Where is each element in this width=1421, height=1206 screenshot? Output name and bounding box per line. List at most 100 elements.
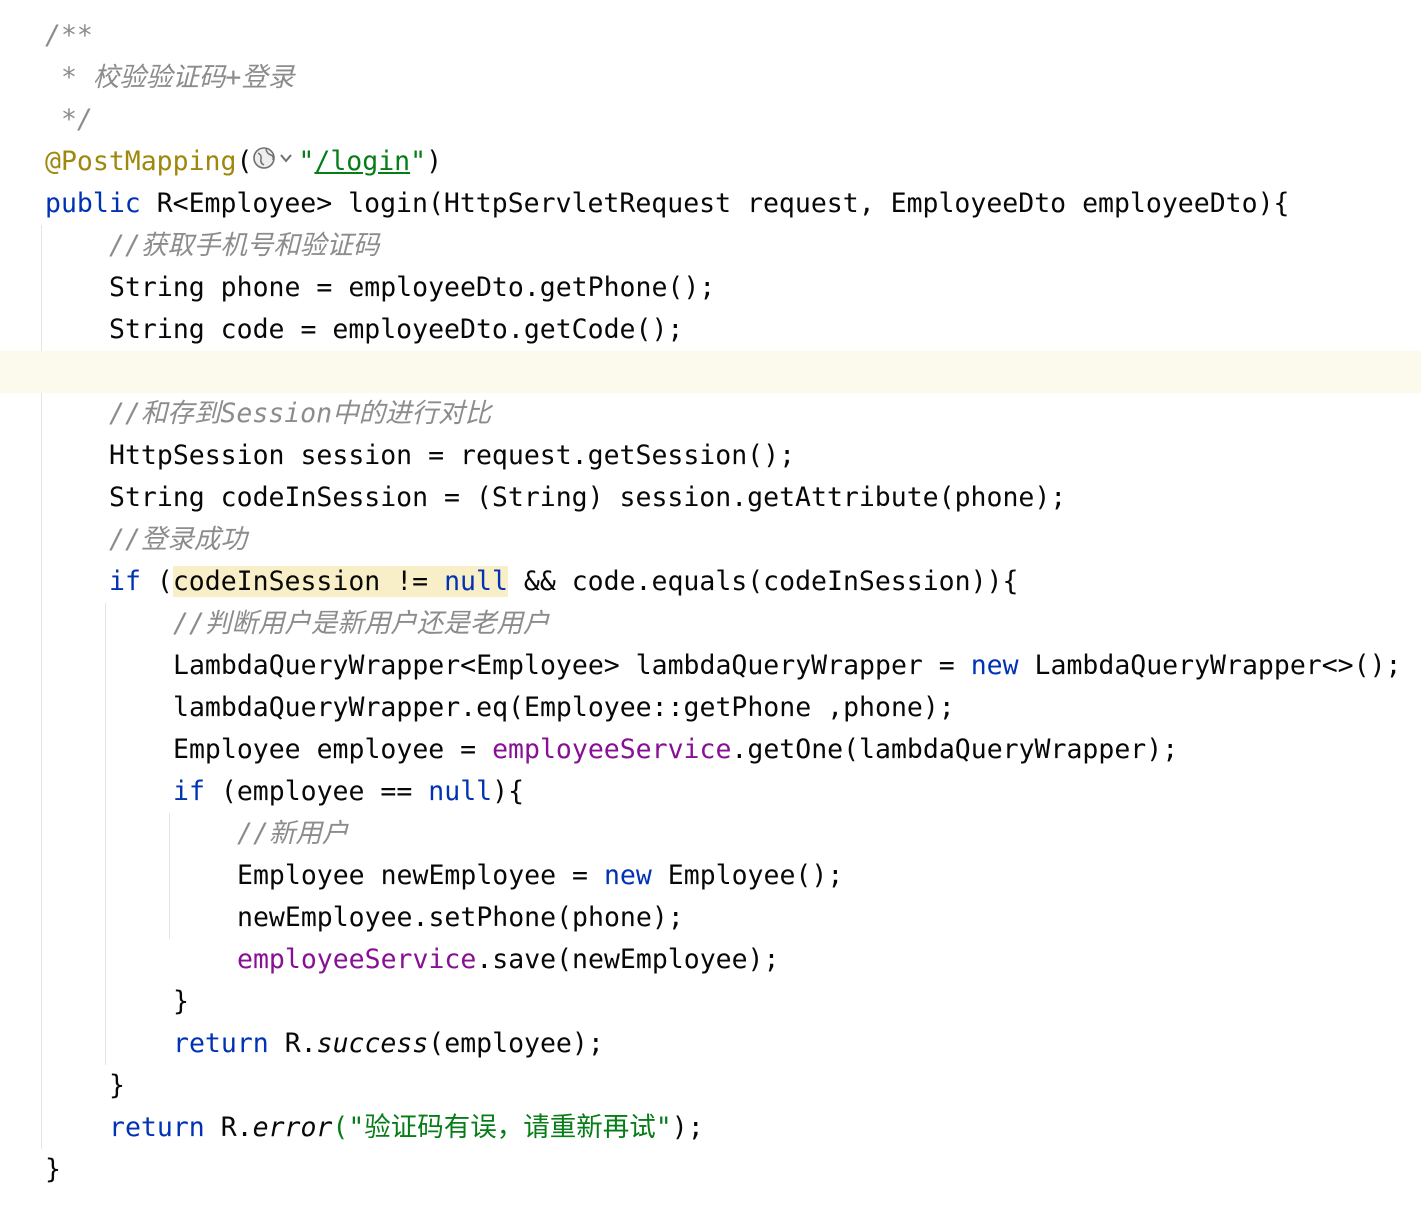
code-line[interactable]: } bbox=[0, 981, 1421, 1023]
code-line-current[interactable] bbox=[0, 351, 1421, 393]
token-keyword: return bbox=[109, 1112, 205, 1143]
token-default: HttpSession session = request.getSession… bbox=[109, 440, 796, 471]
token-string: " bbox=[410, 146, 427, 177]
token-default: Employee(); bbox=[651, 860, 844, 891]
code-line[interactable]: /** bbox=[0, 15, 1421, 57]
token-default: Employee newEmployee = bbox=[237, 860, 604, 891]
code-line-content: employeeService.save(newEmployee); bbox=[237, 939, 779, 981]
code-line[interactable]: } bbox=[0, 1065, 1421, 1107]
code-line[interactable]: lambdaQueryWrapper.eq(Employee::getPhone… bbox=[0, 687, 1421, 729]
token-default: .getOne(lambdaQueryWrapper); bbox=[731, 734, 1179, 765]
token-default: .save(newEmployee); bbox=[476, 944, 780, 975]
token-comment: /** bbox=[45, 20, 93, 51]
token-default: && code.equals(codeInSession)){ bbox=[507, 566, 1019, 597]
code-line[interactable]: if (codeInSession != null && code.equals… bbox=[0, 561, 1421, 603]
code-line-content: } bbox=[109, 1065, 125, 1107]
code-line[interactable]: Employee newEmployee = new Employee(); bbox=[0, 855, 1421, 897]
token-comment: */ bbox=[45, 104, 93, 135]
code-line-content: } bbox=[173, 981, 189, 1023]
code-line[interactable]: */ bbox=[0, 99, 1421, 141]
token-keyword: if bbox=[173, 776, 205, 807]
token-comment: //获取手机号和验证码 bbox=[109, 230, 380, 261]
code-line-content: String codeInSession = (String) session.… bbox=[109, 477, 1066, 519]
token-default: LambdaQueryWrapper<Employee> lambdaQuery… bbox=[173, 650, 971, 681]
code-editor[interactable]: /** * 校验验证码+登录 */@PostMapping("/login") p… bbox=[0, 0, 1421, 1206]
token-keyword: new bbox=[970, 650, 1019, 681]
code-line-content: //获取手机号和验证码 bbox=[109, 225, 379, 267]
token-default: } bbox=[45, 1154, 61, 1185]
token-default: } bbox=[109, 1070, 125, 1101]
code-line[interactable]: public R<Employee> login(HttpServletRequ… bbox=[0, 183, 1421, 225]
token-url: /login bbox=[314, 146, 411, 177]
token-default: ( bbox=[140, 566, 173, 597]
code-line[interactable]: String phone = employeeDto.getPhone(); bbox=[0, 267, 1421, 309]
code-line[interactable]: Employee employee = employeeService.getO… bbox=[0, 729, 1421, 771]
token-default: String phone = employeeDto.getPhone(); bbox=[109, 272, 716, 303]
code-line[interactable]: //和存到Session中的进行对比 bbox=[0, 393, 1421, 435]
code-line[interactable]: //登录成功 bbox=[0, 519, 1421, 561]
code-line[interactable]: } bbox=[0, 1149, 1421, 1191]
code-line-content: Employee newEmployee = new Employee(); bbox=[237, 855, 843, 897]
token-comment: //登录成功 bbox=[109, 524, 247, 555]
code-line-content: */ bbox=[45, 99, 93, 141]
token-field: employeeService bbox=[237, 944, 477, 975]
code-line-content: //判断用户是新用户还是老用户 bbox=[173, 603, 549, 645]
token-default: ){ bbox=[492, 776, 525, 807]
code-line[interactable]: employeeService.save(newEmployee); bbox=[0, 939, 1421, 981]
token-static-call: success bbox=[316, 1028, 429, 1059]
token-method: login bbox=[348, 188, 428, 219]
token-keyword: null bbox=[428, 776, 493, 807]
code-line[interactable]: HttpSession session = request.getSession… bbox=[0, 435, 1421, 477]
code-line-content: return R.success(employee); bbox=[173, 1023, 604, 1065]
token-comment: //判断用户是新用户还是老用户 bbox=[173, 608, 550, 639]
token-highlight: codeInSession != bbox=[172, 566, 445, 597]
code-line[interactable]: String codeInSession = (String) session.… bbox=[0, 477, 1421, 519]
token-keyword: new bbox=[603, 860, 652, 891]
code-line-content: lambdaQueryWrapper.eq(Employee::getPhone… bbox=[173, 687, 955, 729]
code-line[interactable]: if (employee == null){ bbox=[0, 771, 1421, 813]
code-line[interactable]: String code = employeeDto.getCode(); bbox=[0, 309, 1421, 351]
token-default: R. bbox=[268, 1028, 317, 1059]
code-line-content: public R<Employee> login(HttpServletRequ… bbox=[45, 183, 1289, 225]
token-default: ); bbox=[671, 1112, 704, 1143]
code-line[interactable]: @PostMapping("/login") bbox=[0, 141, 1421, 183]
code-line[interactable]: //判断用户是新用户还是老用户 bbox=[0, 603, 1421, 645]
code-line-content: String phone = employeeDto.getPhone(); bbox=[109, 267, 715, 309]
code-line-content: //新用户 bbox=[237, 813, 348, 855]
token-default: R<Employee> bbox=[140, 188, 349, 219]
code-line-content: //和存到Session中的进行对比 bbox=[109, 393, 491, 435]
code-line-content: if (employee == null){ bbox=[173, 771, 524, 813]
token-static-call: error bbox=[252, 1112, 333, 1143]
token-default: lambdaQueryWrapper.eq(Employee::getPhone… bbox=[173, 692, 955, 723]
code-line-content: @PostMapping("/login") bbox=[45, 141, 442, 184]
token-highlight-kw: null bbox=[444, 566, 508, 597]
token-default: newEmployee.setPhone(phone); bbox=[237, 902, 684, 933]
code-line[interactable]: newEmployee.setPhone(phone); bbox=[0, 897, 1421, 939]
code-line[interactable]: return R.success(employee); bbox=[0, 1023, 1421, 1065]
token-default: ) bbox=[426, 146, 443, 177]
token-annotation: @PostMapping bbox=[45, 146, 237, 177]
token-default: LambdaQueryWrapper<>(); bbox=[1018, 650, 1402, 681]
token-comment: * 校验验证码+登录 bbox=[45, 62, 295, 93]
token-keyword: if bbox=[109, 566, 141, 597]
code-line-content: String code = employeeDto.getCode(); bbox=[109, 309, 683, 351]
token-field: employeeService bbox=[492, 734, 732, 765]
token-default: Employee employee = bbox=[173, 734, 493, 765]
code-line-content: return R.error("验证码有误，请重新再试"); bbox=[109, 1107, 704, 1149]
code-line[interactable]: //新用户 bbox=[0, 813, 1421, 855]
token-default: (HttpServletRequest request, EmployeeDto… bbox=[427, 188, 1290, 219]
token-keyword: return bbox=[173, 1028, 269, 1059]
code-line-content: //登录成功 bbox=[109, 519, 247, 561]
token-keyword: public bbox=[45, 188, 141, 219]
globe-icon[interactable] bbox=[252, 142, 298, 184]
code-line[interactable]: * 校验验证码+登录 bbox=[0, 57, 1421, 99]
code-line[interactable]: //获取手机号和验证码 bbox=[0, 225, 1421, 267]
code-line[interactable]: LambdaQueryWrapper<Employee> lambdaQuery… bbox=[0, 645, 1421, 687]
code-line-content: LambdaQueryWrapper<Employee> lambdaQuery… bbox=[173, 645, 1402, 687]
token-default: String code = employeeDto.getCode(); bbox=[109, 314, 684, 345]
code-line-content: * 校验验证码+登录 bbox=[45, 57, 294, 99]
code-line-content: newEmployee.setPhone(phone); bbox=[237, 897, 684, 939]
token-default: (employee); bbox=[428, 1028, 604, 1059]
token-string: " bbox=[298, 146, 315, 177]
code-line[interactable]: return R.error("验证码有误，请重新再试"); bbox=[0, 1107, 1421, 1149]
